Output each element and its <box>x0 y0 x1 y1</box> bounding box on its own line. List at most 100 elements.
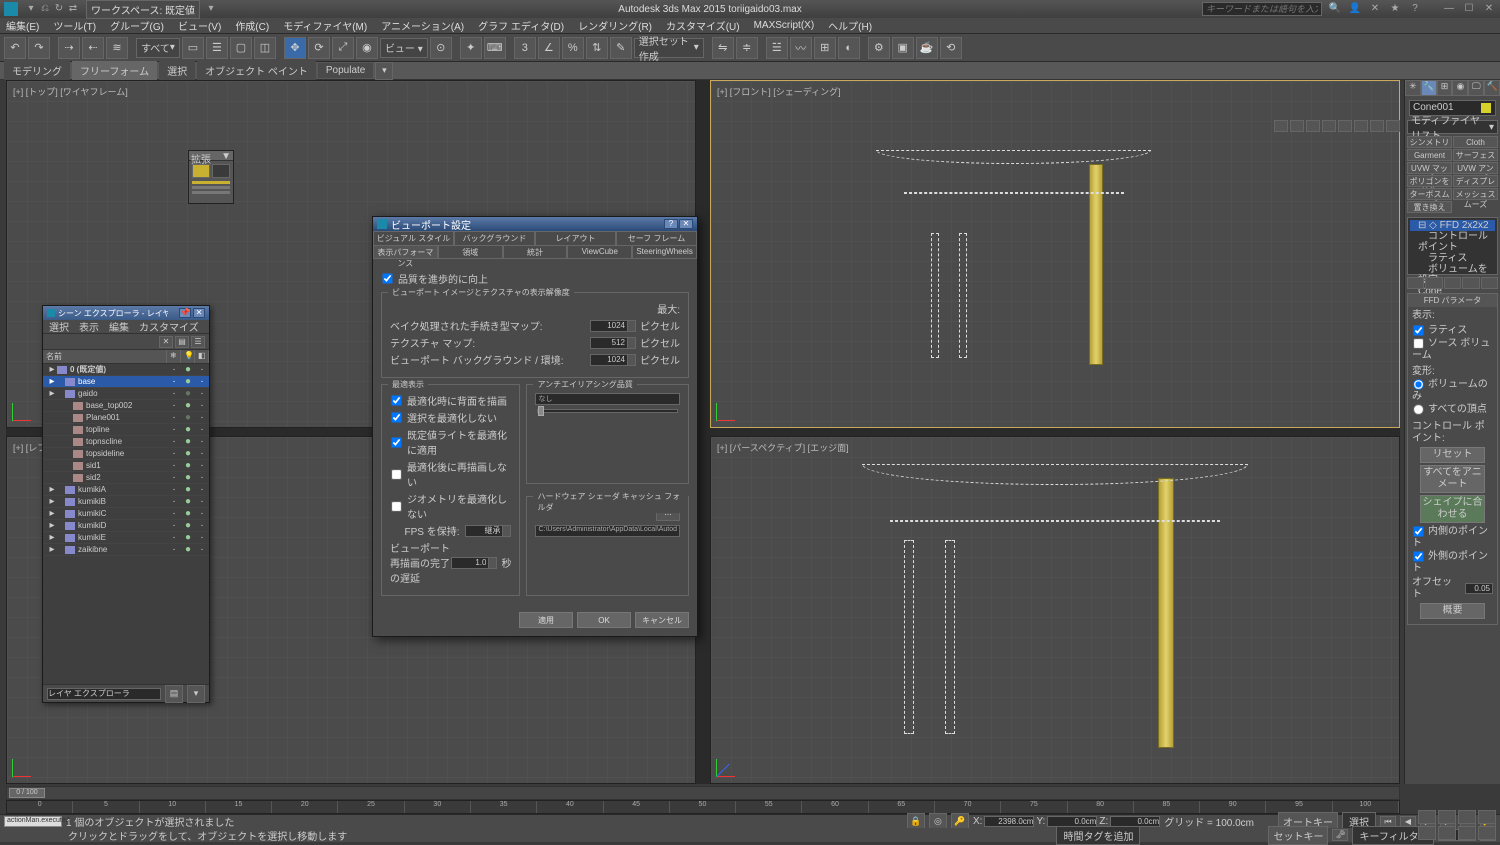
se-menu-select[interactable]: 選択 <box>49 319 69 334</box>
source-vol-checkbox[interactable] <box>1413 338 1423 348</box>
curveeditor-button[interactable]: 〰 <box>790 37 812 59</box>
list-item[interactable]: topnscline·●· <box>43 436 209 448</box>
viewport-label[interactable]: [+] [フロント] [シェーディング] <box>717 85 841 98</box>
menu-group[interactable]: グループ(G) <box>110 18 164 33</box>
zoom-extents-all-button[interactable] <box>1478 810 1496 824</box>
se-find-button[interactable]: ✕ <box>159 336 173 348</box>
about-button[interactable]: 概要 <box>1420 603 1485 619</box>
setkey-button[interactable]: セットキー <box>1268 826 1328 845</box>
se-foot-btn[interactable]: ▾ <box>187 685 205 703</box>
menu-maxscript[interactable]: MAXScript(X) <box>754 20 815 31</box>
column-freeze[interactable]: ❄ <box>167 350 181 363</box>
maxscript-mini-listener[interactable]: actionMan.executeA <box>4 816 62 827</box>
offset-input[interactable] <box>1465 583 1493 594</box>
snap3-button[interactable]: 3 <box>514 37 536 59</box>
mirror-button[interactable]: ⇋ <box>712 37 734 59</box>
timetag-button[interactable]: 時間タグを追加 <box>1056 826 1140 845</box>
unique-button[interactable] <box>1444 277 1461 289</box>
list-item[interactable]: ▸0 (既定値)·●· <box>43 364 209 376</box>
list-item[interactable]: ▸kumikiC·●· <box>43 508 209 520</box>
column-color[interactable]: ◧ <box>195 350 209 363</box>
pin-icon[interactable]: 📌 <box>179 308 191 318</box>
titlebar-btn[interactable]: ⎌ <box>38 2 52 16</box>
list-item[interactable]: ▸kumikiD·●· <box>43 520 209 532</box>
object-color-swatch[interactable] <box>1481 103 1491 113</box>
titlebar-btn[interactable]: ▾ <box>24 2 38 16</box>
renderiterative-button[interactable]: ⟲ <box>940 37 962 59</box>
menu-animation[interactable]: アニメーション(A) <box>381 18 464 33</box>
window-crossing-button[interactable]: ◫ <box>254 37 276 59</box>
exchange-icon[interactable]: ✕ <box>1368 2 1382 16</box>
reset-button[interactable]: リセット <box>1420 447 1485 463</box>
dialog-tab[interactable]: セーフ フレーム <box>616 231 697 245</box>
orbit-button[interactable] <box>1458 826 1476 840</box>
zoom-button[interactable] <box>1418 810 1436 824</box>
scale-button[interactable]: ⤢ <box>332 37 354 59</box>
list-item[interactable]: ▸gaido·●· <box>43 388 209 400</box>
column-name[interactable]: 名前 <box>43 350 167 363</box>
list-item[interactable]: base_top002·●· <box>43 400 209 412</box>
deform-volume-radio[interactable] <box>1413 380 1423 390</box>
object-name-input[interactable]: Cone001 <box>1409 100 1496 116</box>
viewport-label[interactable]: [+] [パースペクティブ] [エッジ面] <box>717 441 849 454</box>
conform-button[interactable]: シェイプに合わせる <box>1420 495 1485 523</box>
modifier-button[interactable]: UVW アンラップ <box>1453 162 1498 174</box>
tab-modify[interactable]: 🔧 <box>1421 80 1437 96</box>
modifier-button[interactable]: シンメトリ <box>1407 136 1452 148</box>
timeline[interactable]: 0510152025303540455055606570758085909510… <box>6 800 1400 814</box>
align-button[interactable]: ≑ <box>736 37 758 59</box>
adapt-checkbox[interactable] <box>391 501 401 511</box>
set-key-icon[interactable]: 🗝 <box>1332 829 1348 841</box>
res-input[interactable] <box>590 320 628 332</box>
bind-button[interactable]: ≋ <box>106 37 128 59</box>
refcoord-dropdown[interactable]: ビュー ▾ <box>380 38 428 58</box>
list-item[interactable]: ▸base·●· <box>43 376 209 388</box>
ribbon-tab[interactable]: フリーフォーム <box>72 61 157 80</box>
modifier-button[interactable]: ポリゴンを編集 <box>1407 175 1452 187</box>
ok-button[interactable]: OK <box>577 612 631 628</box>
vp-shade-btn[interactable] <box>1322 120 1336 132</box>
maximize-viewport-button[interactable] <box>1478 826 1496 840</box>
tab-utilities[interactable]: 🔨 <box>1484 80 1500 96</box>
vp-shade-btn[interactable] <box>1338 120 1352 132</box>
render-button[interactable]: ☕ <box>916 37 938 59</box>
place-button[interactable]: ◉ <box>356 37 378 59</box>
menu-customize[interactable]: カスタマイズ(U) <box>666 18 740 33</box>
time-slider-knob[interactable]: 0 / 100 <box>9 788 45 798</box>
signin-icon[interactable]: 👤 <box>1348 2 1362 16</box>
vp-shade-btn[interactable] <box>1274 120 1288 132</box>
help-icon[interactable]: ? <box>1408 2 1422 16</box>
select-button[interactable]: ▭ <box>182 37 204 59</box>
ribbon-expand-button[interactable]: ▾ <box>375 62 393 80</box>
vp-shade-btn[interactable] <box>1306 120 1320 132</box>
dialog-tab[interactable]: SteeringWheels <box>632 245 697 259</box>
menu-modifiers[interactable]: モディファイヤ(M) <box>283 18 367 33</box>
menu-create[interactable]: 作成(C) <box>235 18 269 33</box>
time-slider[interactable]: 0 / 100 <box>6 786 1400 800</box>
list-item[interactable]: sid1·●· <box>43 460 209 472</box>
adapt-checkbox[interactable] <box>391 412 401 422</box>
viewport-shading-popup[interactable]: 拡張▼ <box>188 150 234 204</box>
scene-explorer-titlebar[interactable]: シーン エクスプローラ - レイヤ エクスプローラ 📌✕ <box>43 306 209 320</box>
remove-mod-button[interactable] <box>1462 277 1479 289</box>
rendersetup-button[interactable]: ⚙ <box>868 37 890 59</box>
dialog-tab[interactable]: 統計 <box>503 245 568 259</box>
aa-dropdown[interactable]: なし <box>535 393 680 405</box>
help-icon[interactable]: ? <box>664 219 678 229</box>
animate-all-button[interactable]: すべてをアニメート <box>1420 465 1485 493</box>
se-filter-button[interactable]: ▤ <box>175 336 189 348</box>
list-item[interactable]: topsideline·●· <box>43 448 209 460</box>
ribbon-tab[interactable]: 選択 <box>159 61 195 80</box>
adapt-checkbox[interactable] <box>391 469 401 479</box>
list-item[interactable]: sid2·●· <box>43 472 209 484</box>
res-input[interactable] <box>590 354 628 366</box>
ribbon-tab[interactable]: モデリング <box>4 61 70 80</box>
manip-button[interactable]: ✦ <box>460 37 482 59</box>
menu-edit[interactable]: 編集(E) <box>6 18 39 33</box>
close-icon[interactable]: ✕ <box>679 219 693 229</box>
list-item[interactable]: ▸zaikibne·●· <box>43 544 209 556</box>
move-button[interactable]: ✥ <box>284 37 306 59</box>
redo-button[interactable]: ↷ <box>28 37 50 59</box>
fps-input[interactable] <box>465 525 503 537</box>
schematic-button[interactable]: ⊞ <box>814 37 836 59</box>
